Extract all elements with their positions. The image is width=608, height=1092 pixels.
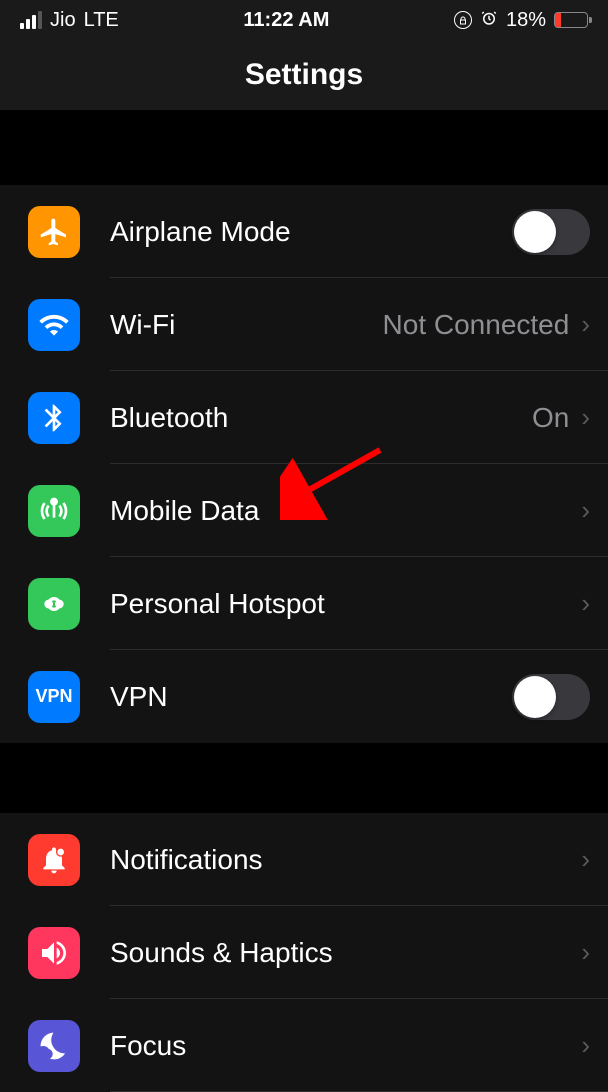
row-label: Wi-Fi [110, 309, 383, 341]
airplane-toggle[interactable] [512, 209, 590, 255]
mobile-data-icon [28, 485, 80, 537]
row-label: Sounds & Haptics [110, 937, 581, 969]
row-value: Not Connected [383, 309, 570, 341]
chevron-right-icon: › [581, 1030, 590, 1061]
settings-row-bluetooth[interactable]: Bluetooth On › [0, 371, 608, 464]
settings-row-focus[interactable]: Focus › [0, 999, 608, 1092]
chevron-right-icon: › [581, 309, 590, 340]
network-type-label: LTE [84, 9, 119, 32]
settings-row-wifi[interactable]: Wi-Fi Not Connected › [0, 278, 608, 371]
wifi-icon [28, 299, 80, 351]
airplane-icon [28, 206, 80, 258]
settings-row-sounds[interactable]: Sounds & Haptics › [0, 906, 608, 999]
hotspot-icon [28, 578, 80, 630]
chevron-right-icon: › [581, 402, 590, 433]
chevron-right-icon: › [581, 495, 590, 526]
settings-row-vpn[interactable]: VPN VPN [0, 650, 608, 743]
vpn-toggle[interactable] [512, 674, 590, 720]
chevron-right-icon: › [581, 937, 590, 968]
row-label: VPN [110, 681, 512, 713]
vpn-icon: VPN [28, 671, 80, 723]
settings-group-connectivity: Airplane Mode Wi-Fi Not Connected › Blue… [0, 185, 608, 743]
row-label: Mobile Data [110, 495, 581, 527]
chevron-right-icon: › [581, 588, 590, 619]
focus-icon [28, 1020, 80, 1072]
rotation-lock-icon [454, 11, 472, 29]
sounds-icon [28, 927, 80, 979]
row-value: On [532, 402, 569, 434]
page-title: Settings [0, 40, 608, 110]
status-time: 11:22 AM [243, 9, 329, 32]
settings-row-hotspot[interactable]: Personal Hotspot › [0, 557, 608, 650]
row-label: Focus [110, 1030, 581, 1062]
row-label: Airplane Mode [110, 216, 512, 248]
settings-row-airplane[interactable]: Airplane Mode [0, 185, 608, 278]
chevron-right-icon: › [581, 844, 590, 875]
carrier-label: Jio [50, 9, 76, 32]
battery-percent: 18% [506, 9, 546, 32]
row-label: Bluetooth [110, 402, 532, 434]
battery-icon [554, 12, 588, 28]
row-label: Personal Hotspot [110, 588, 581, 620]
notifications-icon [28, 834, 80, 886]
settings-group-alerts: Notifications › Sounds & Haptics › Focus… [0, 813, 608, 1092]
settings-row-mobile-data[interactable]: Mobile Data › [0, 464, 608, 557]
status-bar: Jio LTE 11:22 AM 18% [0, 0, 608, 40]
row-label: Notifications [110, 844, 581, 876]
bluetooth-icon [28, 392, 80, 444]
settings-row-notifications[interactable]: Notifications › [0, 813, 608, 906]
signal-bars-icon [20, 11, 42, 29]
alarm-icon [480, 9, 498, 32]
